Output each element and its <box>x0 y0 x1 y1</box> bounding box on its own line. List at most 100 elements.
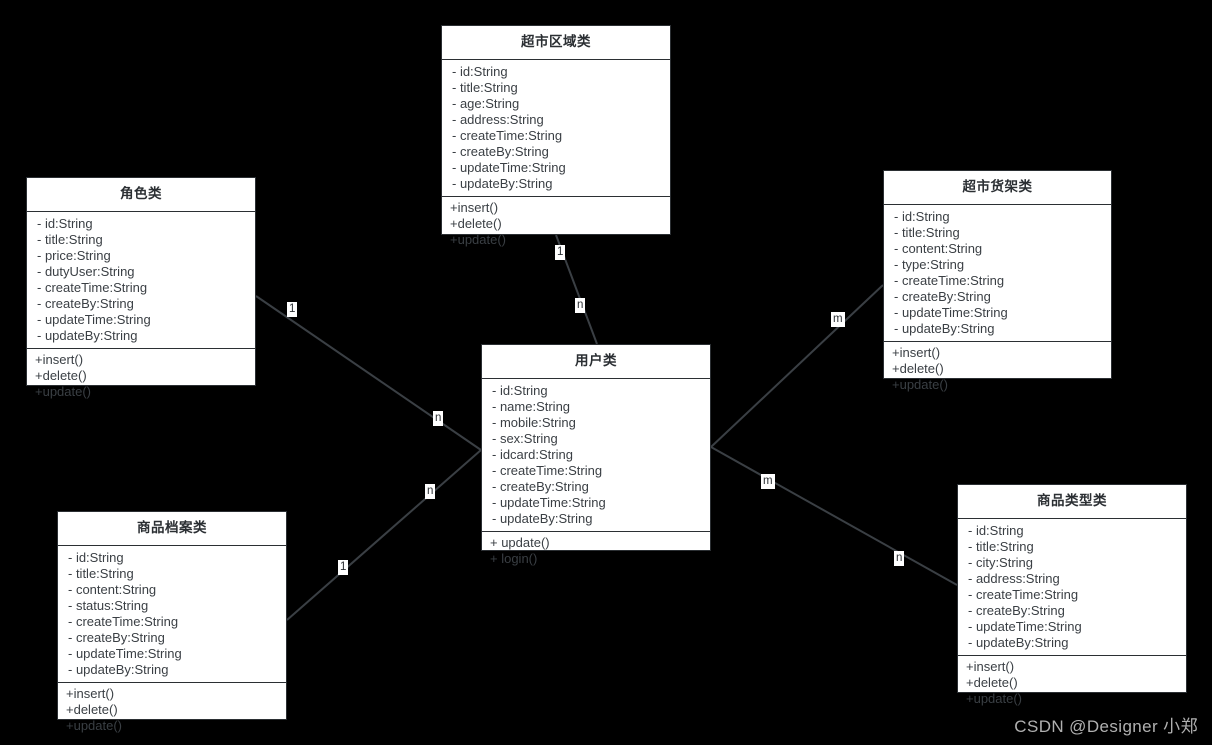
class-attribute: - updateBy:String <box>968 634 1069 650</box>
class-attributes-area: - id:String - title:String - age:String - a… <box>442 60 670 197</box>
class-attribute: - createBy:String <box>492 478 589 494</box>
class-operation: +update() <box>966 690 1023 706</box>
mult-product-end: 1 <box>338 560 349 575</box>
uml-diagram-canvas: 超市区域类 - id:String - title:String - age:Stri… <box>0 0 1212 745</box>
class-attribute: - createBy:String <box>894 288 991 304</box>
class-attribute: - createTime:String <box>68 613 179 629</box>
class-attribute: - updateBy:String <box>452 175 553 191</box>
edge-product-user <box>286 449 482 621</box>
uml-class-role[interactable]: 角色类 - id:String - title:String - price:Stri… <box>26 177 256 399</box>
class-operations-area: +insert() +delete() +update() <box>442 197 670 252</box>
edge-role-user <box>255 295 482 451</box>
class-title-product: 商品档案类 <box>58 512 286 546</box>
class-title-user: 用户类 <box>482 345 710 379</box>
class-operations-role: +insert() +delete() +update() <box>27 349 255 404</box>
class-operation: +insert() <box>66 685 115 701</box>
edge-shelf-user <box>710 284 884 448</box>
class-attribute: - title:String <box>894 224 960 240</box>
class-attribute: - updateTime:String <box>894 304 1008 320</box>
class-attribute: - title:String <box>968 538 1034 554</box>
class-attribute: - updateBy:String <box>894 320 995 336</box>
class-attribute: - id:String <box>452 63 508 79</box>
class-operation: + login() <box>490 550 538 566</box>
class-operation: +insert() <box>892 344 941 360</box>
class-attribute: - updateTime:String <box>68 645 182 661</box>
class-attribute: - updateBy:String <box>37 327 138 343</box>
class-attribute: - createBy:String <box>37 295 134 311</box>
class-title-shelf: 超市货架类 <box>884 171 1111 205</box>
class-operations-shelf: +insert() +delete() +update() <box>884 342 1111 397</box>
class-operation: + update() <box>490 534 550 550</box>
class-attributes-product: - id:String - title:String - content:Strin… <box>58 546 286 683</box>
class-attribute: - status:String <box>68 597 149 613</box>
class-operation: +update() <box>66 717 123 733</box>
edge-category-user <box>710 446 958 586</box>
class-attribute: - updateTime:String <box>452 159 566 175</box>
class-attribute: - content:String <box>68 581 157 597</box>
class-attribute: - createTime:String <box>452 127 563 143</box>
class-operation: +insert() <box>35 351 84 367</box>
class-operation: +delete() <box>35 367 87 383</box>
class-operation: +delete() <box>450 215 502 231</box>
class-operation: +insert() <box>966 658 1015 674</box>
uml-class-shelf[interactable]: 超市货架类 - id:String - title:String - content:… <box>883 170 1112 392</box>
class-attribute: - age:String <box>452 95 520 111</box>
class-attributes-role: - id:String - title:String - price:String -… <box>27 212 255 349</box>
class-attribute: - price:String <box>37 247 111 263</box>
mult-user-shelf-end: m <box>761 474 775 489</box>
class-operation: +delete() <box>892 360 944 376</box>
class-operation: +delete() <box>966 674 1018 690</box>
class-operation: +update() <box>35 383 92 399</box>
class-attribute: - updateBy:String <box>492 510 593 526</box>
class-attribute: - title:String <box>37 231 103 247</box>
class-attribute: - title:String <box>68 565 134 581</box>
mult-shelf-end: m <box>831 312 845 327</box>
mult-user-product-end: n <box>425 484 436 499</box>
class-title-area: 超市区域类 <box>442 26 670 60</box>
class-attribute: - id:String <box>894 208 950 224</box>
uml-class-product[interactable]: 商品档案类 - id:String - title:String - content:… <box>57 511 287 733</box>
class-attributes-user: - id:String - name:String - mobile:String -… <box>482 379 710 532</box>
watermark-text: CSDN @Designer 小郑 <box>1014 717 1198 736</box>
class-attribute: - updateBy:String <box>68 661 169 677</box>
class-attribute: - id:String <box>492 382 548 398</box>
class-attribute: - sex:String <box>492 430 558 446</box>
class-attribute: - title:String <box>452 79 518 95</box>
class-attribute: - createBy:String <box>68 629 165 645</box>
class-attribute: - createTime:String <box>492 462 603 478</box>
class-title-category: 商品类型类 <box>958 485 1186 519</box>
class-attribute: - mobile:String <box>492 414 576 430</box>
class-attribute: - address:String <box>452 111 544 127</box>
class-attribute: - updateTime:String <box>492 494 606 510</box>
class-operations-product: +insert() +delete() +update() <box>58 683 286 738</box>
class-attribute: - dutyUser:String <box>37 263 135 279</box>
uml-class-category[interactable]: 商品类型类 - id:String - title:String - city:Str… <box>957 484 1187 706</box>
class-attribute: - type:String <box>894 256 965 272</box>
class-attribute: - id:String <box>68 549 124 565</box>
uml-class-user[interactable]: 用户类 - id:String - name:String - mobile:Stri… <box>481 344 711 566</box>
uml-class-area[interactable]: 超市区域类 - id:String - title:String - age:Stri… <box>441 25 671 247</box>
mult-category-end: n <box>894 551 905 566</box>
class-operation: +update() <box>892 376 949 392</box>
class-attribute: - createTime:String <box>37 279 148 295</box>
class-attribute: - createTime:String <box>894 272 1005 288</box>
class-attributes-category: - id:String - title:String - city:String - … <box>958 519 1186 656</box>
class-operations-user: + update() + login() <box>482 532 710 571</box>
class-attribute: - createBy:String <box>452 143 549 159</box>
class-attribute: - id:String <box>968 522 1024 538</box>
class-attribute: - address:String <box>968 570 1060 586</box>
class-attribute: - updateTime:String <box>37 311 151 327</box>
class-attribute: - idcard:String <box>492 446 573 462</box>
class-attribute: - name:String <box>492 398 571 414</box>
class-attributes-shelf: - id:String - title:String - content:Strin… <box>884 205 1111 342</box>
class-attribute: - content:String <box>894 240 983 256</box>
class-attribute: - createBy:String <box>968 602 1065 618</box>
class-attribute: - updateTime:String <box>968 618 1082 634</box>
class-attribute: - id:String <box>37 215 93 231</box>
class-attribute: - city:String <box>968 554 1034 570</box>
mult-role-end: 1 <box>287 302 298 317</box>
class-attribute: - createTime:String <box>968 586 1079 602</box>
class-operation: +delete() <box>66 701 118 717</box>
mult-area-user-end: n <box>575 298 586 313</box>
class-operation: +insert() <box>450 199 499 215</box>
